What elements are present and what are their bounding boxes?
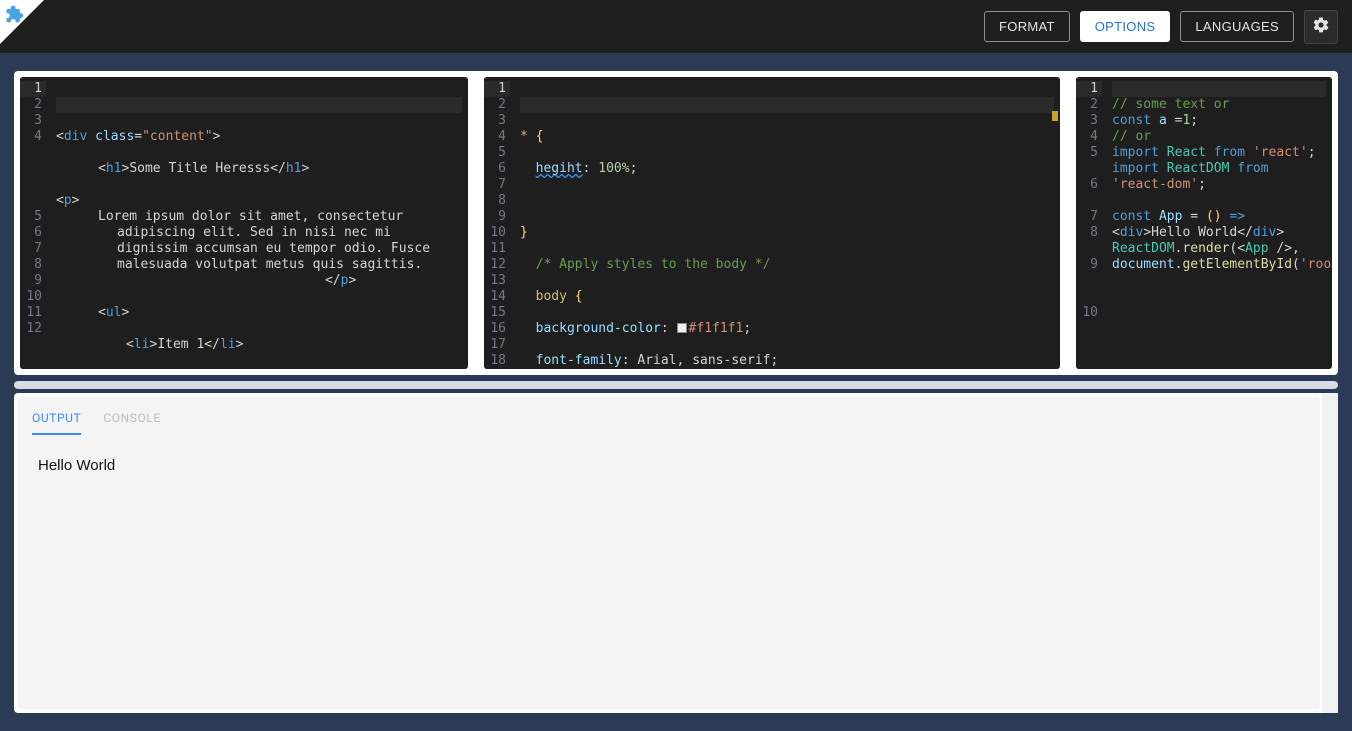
- horizontal-splitter[interactable]: [14, 381, 1338, 389]
- css-editor[interactable]: 1 2 3 4 5 6 7 8 9 10 11 12 13 14 15 16 1…: [484, 77, 1060, 369]
- output-tabs: OUTPUT CONSOLE: [18, 397, 1320, 435]
- output-body: Hello World: [26, 441, 1312, 701]
- css-gutter: 1 2 3 4 5 6 7 8 9 10 11 12 13 14 15 16 1…: [484, 77, 518, 369]
- format-button[interactable]: FORMAT: [984, 11, 1070, 42]
- js-gutter: 1 2 3 4 5 6 7 8 9 10: [1076, 77, 1110, 369]
- js-code[interactable]: // some text or const a =1; // or import…: [1110, 77, 1332, 369]
- editors-row: 1 2 3 4 5 6 7 8 9 10 11 12 <div class="c…: [14, 71, 1338, 375]
- css-code[interactable]: * { hegiht: 100%; } /* Apply styles to t…: [518, 77, 1060, 369]
- output-panel: OUTPUT CONSOLE Hello World: [14, 393, 1338, 713]
- html-code[interactable]: <div class="content"> <h1>Some Title Her…: [54, 77, 468, 369]
- lint-marker: [1052, 111, 1058, 121]
- languages-button[interactable]: LANGUAGES: [1180, 11, 1294, 42]
- tab-console[interactable]: CONSOLE: [103, 407, 161, 435]
- work-area: 1 2 3 4 5 6 7 8 9 10 11 12 <div class="c…: [0, 53, 1352, 731]
- html-editor[interactable]: 1 2 3 4 5 6 7 8 9 10 11 12 <div class="c…: [20, 77, 468, 369]
- options-button[interactable]: OPTIONS: [1080, 11, 1171, 42]
- settings-button[interactable]: [1304, 10, 1338, 44]
- html-gutter: 1 2 3 4 5 6 7 8 9 10 11 12: [20, 77, 54, 369]
- gear-icon: [1312, 16, 1330, 38]
- output-text: Hello World: [38, 457, 115, 474]
- js-editor[interactable]: 1 2 3 4 5 6 7 8 9 10 // some text or con…: [1076, 77, 1332, 369]
- output-scrollbar[interactable]: [1322, 393, 1338, 713]
- top-bar: FORMAT OPTIONS LANGUAGES: [0, 0, 1352, 53]
- tab-output[interactable]: OUTPUT: [32, 407, 81, 435]
